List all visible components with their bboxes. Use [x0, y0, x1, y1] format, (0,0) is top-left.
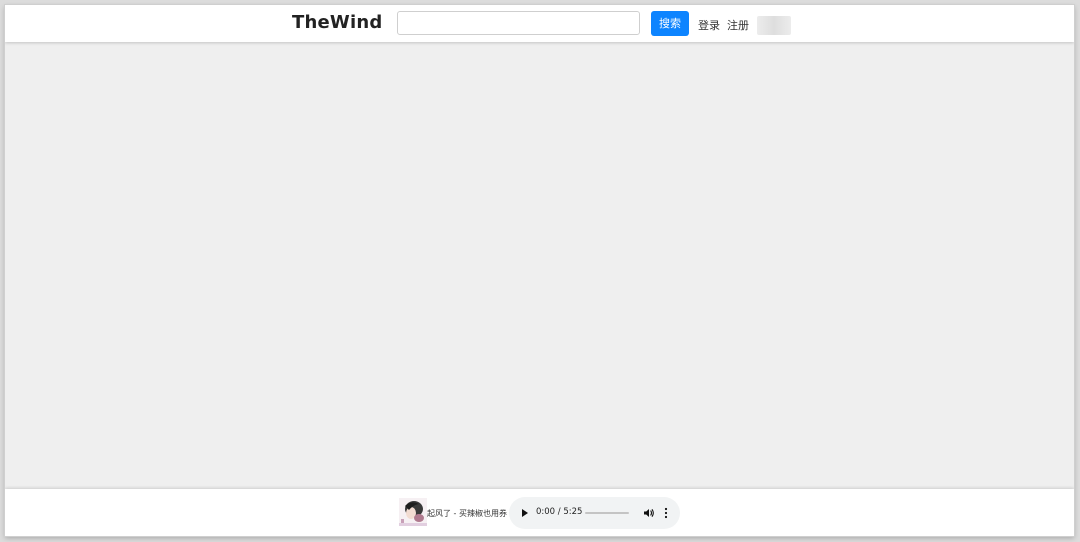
avatar-placeholder	[757, 16, 791, 35]
more-vertical-icon[interactable]	[664, 507, 668, 519]
album-cover-artwork	[399, 498, 427, 526]
album-cover-image	[399, 498, 427, 526]
song-title: 起风了 - 买辣椒也用券	[427, 509, 507, 518]
site-logo[interactable]: TheWind	[292, 12, 382, 33]
login-link[interactable]: 登录	[698, 17, 720, 33]
search-input[interactable]	[397, 11, 640, 35]
register-link[interactable]: 注册	[727, 17, 749, 33]
search-button[interactable]: 搜索	[651, 11, 689, 36]
volume-icon[interactable]	[643, 507, 655, 519]
progress-slider[interactable]	[585, 512, 629, 514]
main-content-area	[5, 42, 1074, 489]
play-icon[interactable]	[522, 509, 528, 517]
top-navigation-bar: TheWind 搜索 登录 注册	[5, 5, 1074, 42]
audio-player-control[interactable]: 0:00 / 5:25	[509, 497, 680, 529]
music-player-bar: 起风了 - 买辣椒也用券 0:00 / 5:25	[5, 489, 1074, 536]
time-display: 0:00 / 5:25	[536, 507, 583, 517]
app-window: TheWind 搜索 登录 注册 起风了 - 买辣椒也用券 0:00 / 5:2…	[5, 5, 1074, 536]
